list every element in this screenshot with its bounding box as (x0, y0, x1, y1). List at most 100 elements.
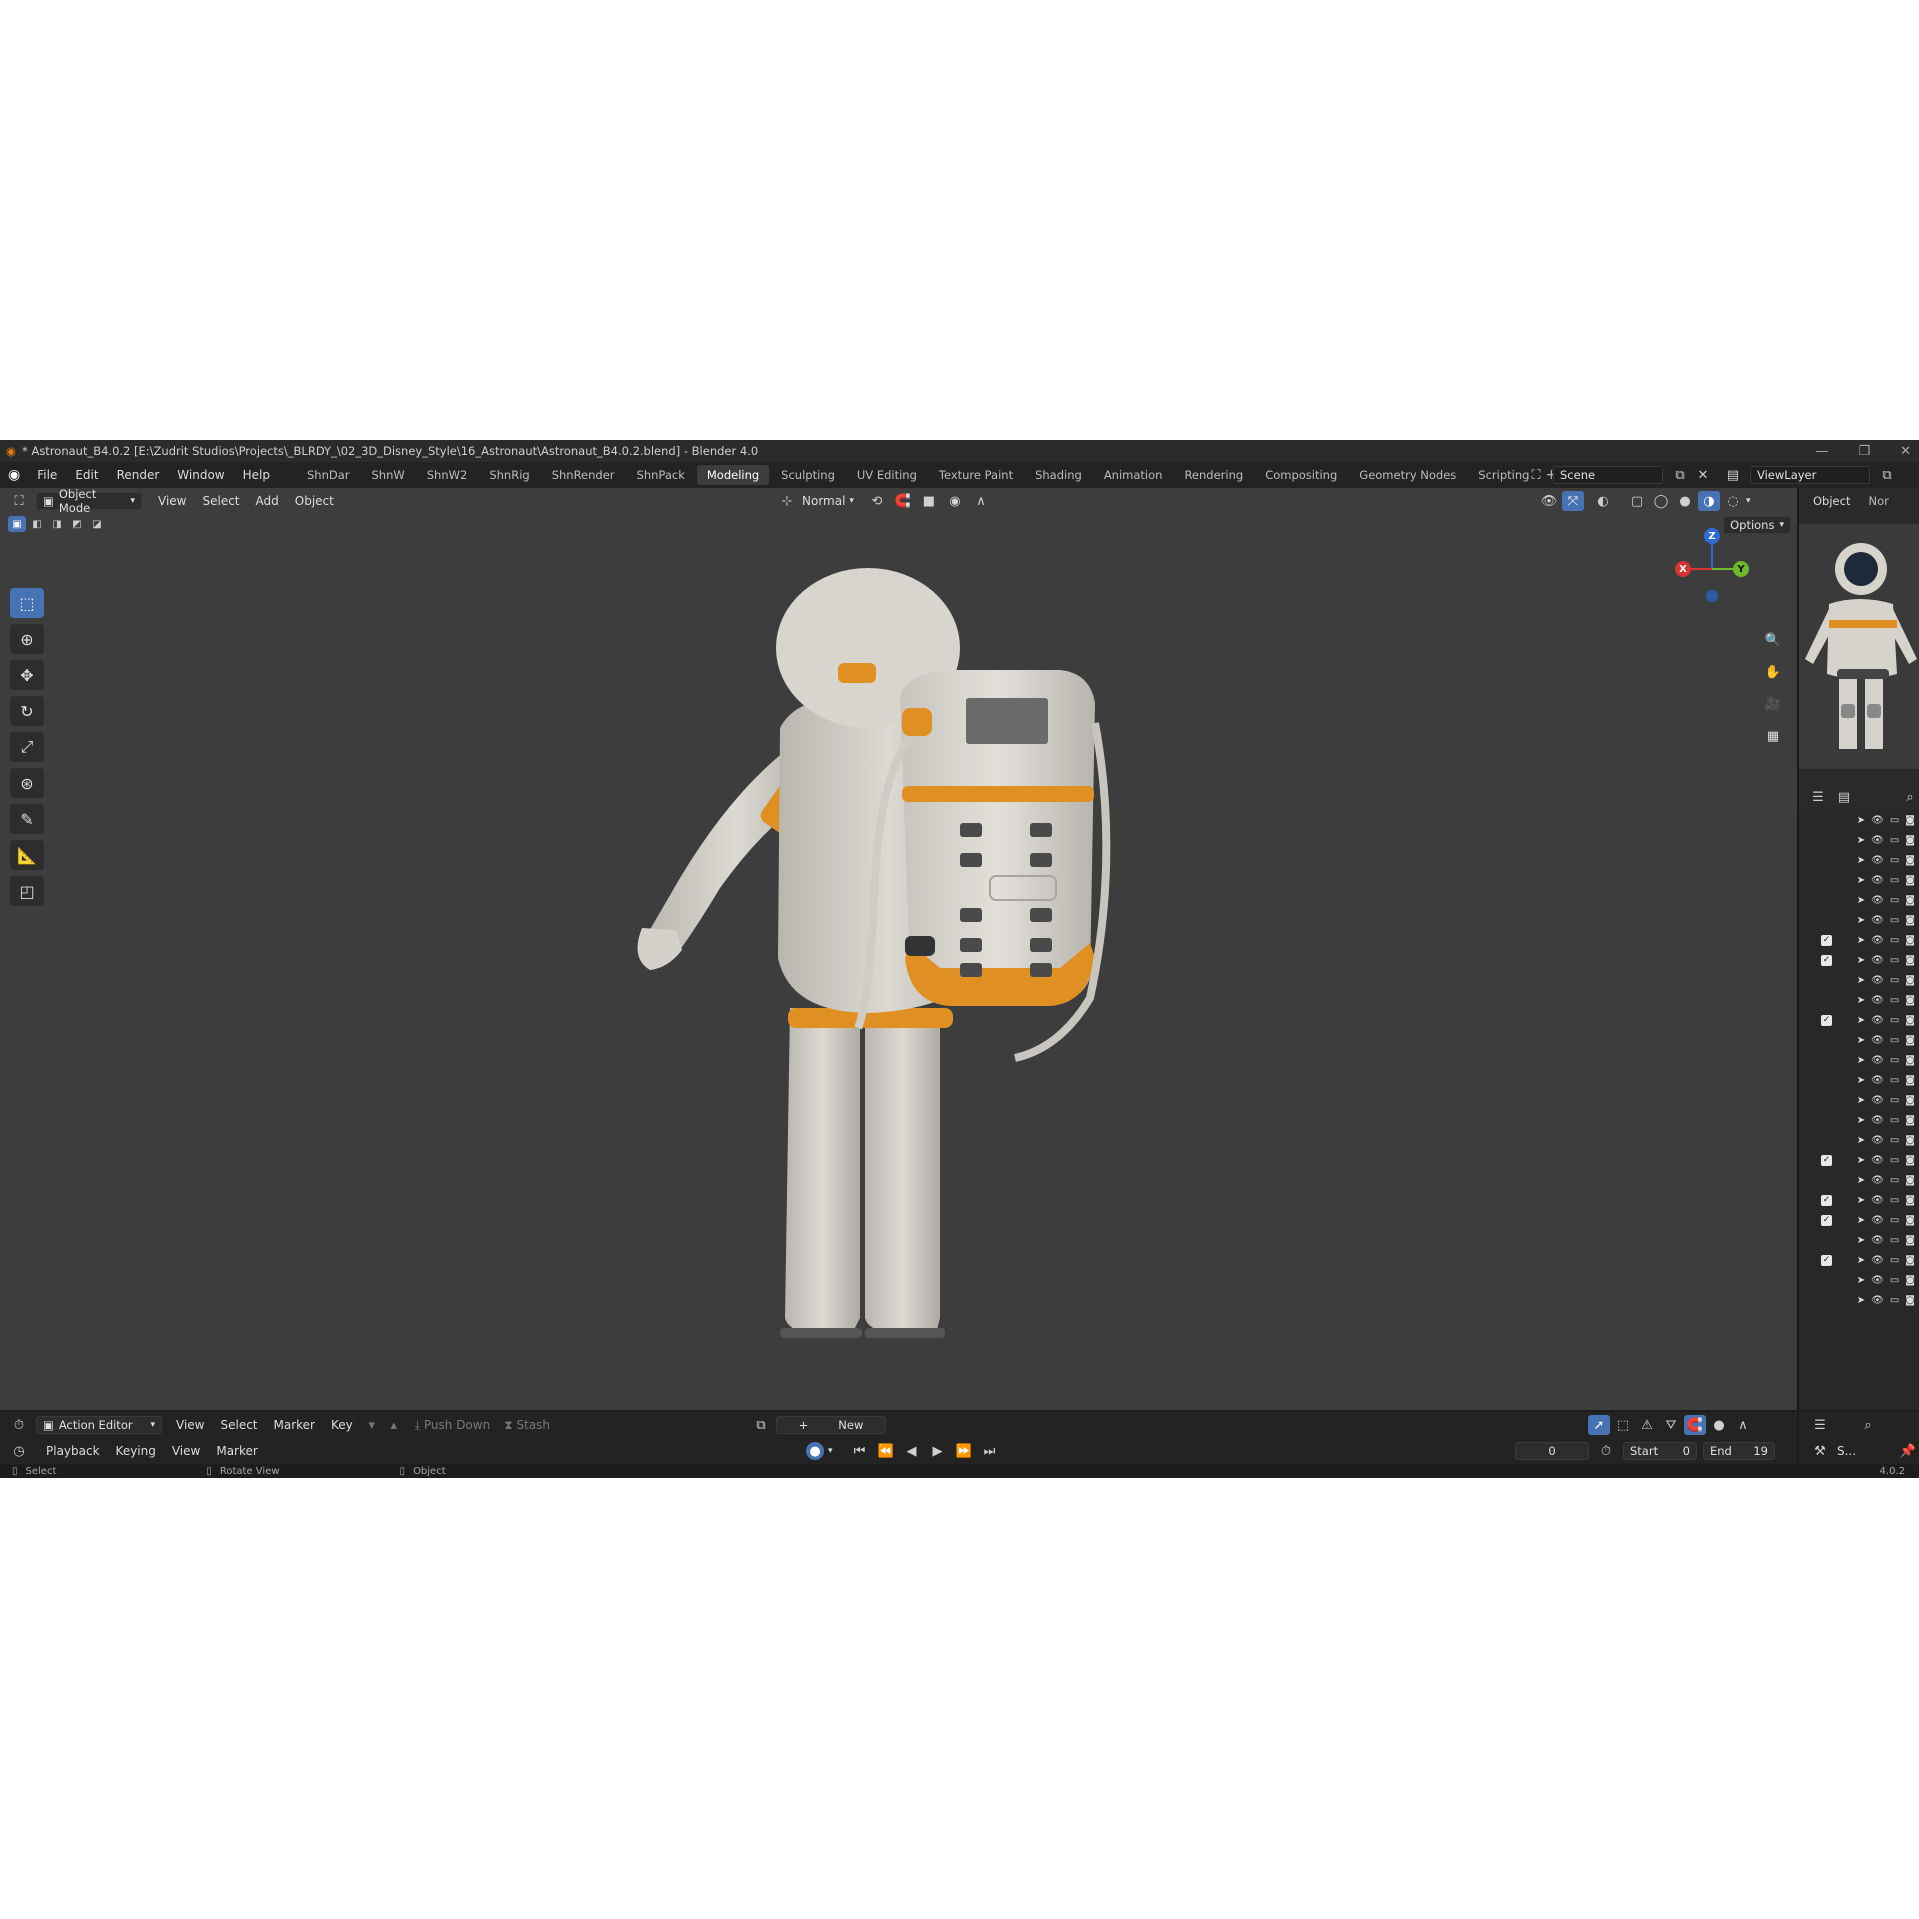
eye-icon[interactable]: 👁 (1871, 875, 1884, 886)
solid-shading-icon[interactable]: ● (1674, 491, 1696, 511)
select-box-tool-icon[interactable]: ⬚ (10, 588, 44, 618)
monitor-icon[interactable]: ▭ (1890, 1075, 1899, 1086)
menu-window[interactable]: Window (168, 468, 233, 482)
new-viewlayer-icon[interactable]: ⧉ (1876, 465, 1898, 485)
select-arrow-icon[interactable]: ➤ (1857, 935, 1865, 946)
viewport-menu-select[interactable]: Select (194, 492, 247, 510)
viewlayer-icon[interactable]: ▤ (1722, 465, 1744, 485)
monitor-icon[interactable]: ▭ (1890, 995, 1899, 1006)
monitor-icon[interactable]: ▭ (1890, 1035, 1899, 1046)
eye-icon[interactable]: 👁 (1871, 955, 1884, 966)
annotate-tool-icon[interactable]: ✎ (10, 804, 44, 834)
eye-icon[interactable]: 👁 (1871, 1155, 1884, 1166)
camera-icon[interactable]: ◙ (1905, 875, 1915, 886)
move-tool-icon[interactable]: ✥ (10, 660, 44, 690)
outliner-row[interactable]: ➤ 👁 ▭ ◙ (1799, 870, 1919, 890)
monitor-icon[interactable]: ▭ (1890, 855, 1899, 866)
camera-icon[interactable]: ◙ (1905, 1295, 1915, 1306)
gizmo-x-axis[interactable]: X (1675, 561, 1691, 577)
exclude-checkbox[interactable]: ✓ (1821, 1254, 1832, 1266)
monitor-icon[interactable]: ▭ (1890, 1275, 1899, 1286)
tool-settings-icon[interactable]: ⚒ (1809, 1441, 1831, 1461)
tab-shnw2[interactable]: ShnW2 (417, 465, 478, 485)
exclude-checkbox[interactable]: ✓ (1821, 1154, 1832, 1166)
delete-scene-icon[interactable]: ✕ (1697, 465, 1709, 485)
eye-icon[interactable]: 👁 (1871, 1295, 1884, 1306)
select-arrow-icon[interactable]: ➤ (1857, 1075, 1865, 1086)
menu-render[interactable]: Render (108, 468, 169, 482)
display-mode-icon[interactable]: ▤ (1833, 787, 1855, 807)
timeline-menu-playback[interactable]: Playback (38, 1442, 108, 1460)
gizmo-z-axis[interactable]: Z (1704, 528, 1720, 544)
monitor-icon[interactable]: ▭ (1890, 895, 1899, 906)
action-down-icon[interactable]: ▴ (383, 1415, 405, 1435)
minimize-icon[interactable]: — (1815, 444, 1828, 459)
monitor-icon[interactable]: ▭ (1890, 815, 1899, 826)
eye-icon[interactable]: 👁 (1871, 1175, 1884, 1186)
snap-target-icon[interactable]: ■ (918, 491, 940, 511)
timeline-menu-keying[interactable]: Keying (108, 1442, 164, 1460)
end-frame-field[interactable]: End 19 (1703, 1442, 1775, 1460)
camera-icon[interactable]: ◙ (1905, 1135, 1915, 1146)
outliner-row[interactable]: ➤ 👁 ▭ ◙ (1799, 830, 1919, 850)
camera-icon[interactable]: ◙ (1905, 1055, 1915, 1066)
tab-rendering[interactable]: Rendering (1174, 465, 1253, 485)
camera-view-icon[interactable]: 🎥 (1761, 692, 1785, 716)
eye-icon[interactable]: 👁 (1871, 835, 1884, 846)
tab-modeling[interactable]: Modeling (696, 465, 770, 485)
outliner-row[interactable]: ➤ 👁 ▭ ◙ (1799, 1090, 1919, 1110)
rotate-tool-icon[interactable]: ↻ (10, 696, 44, 726)
camera-icon[interactable]: ◙ (1905, 815, 1915, 826)
outliner-row[interactable]: ➤ 👁 ▭ ◙ (1799, 910, 1919, 930)
exclude-checkbox[interactable]: ✓ (1821, 1014, 1832, 1026)
outliner-row[interactable]: ➤ 👁 ▭ ◙ (1799, 1290, 1919, 1310)
select-arrow-icon[interactable]: ➤ (1857, 1175, 1865, 1186)
xray-icon[interactable]: ▢ (1626, 491, 1648, 511)
zoom-icon[interactable]: 🔍 (1761, 628, 1785, 652)
eye-icon[interactable]: 👁 (1871, 935, 1884, 946)
viewport-menu-object[interactable]: Object (287, 492, 342, 510)
overlay-toggle-icon[interactable]: ◐ (1592, 491, 1614, 511)
select-arrow-icon[interactable]: ➤ (1857, 1235, 1865, 1246)
show-hidden-icon[interactable]: ⬚ (1612, 1415, 1634, 1435)
close-icon[interactable]: ✕ (1900, 444, 1911, 459)
tab-texture-paint[interactable]: Texture Paint (929, 465, 1023, 485)
monitor-icon[interactable]: ▭ (1890, 955, 1899, 966)
tab-shading[interactable]: Shading (1025, 465, 1092, 485)
action-menu-view[interactable]: View (168, 1416, 212, 1434)
select-arrow-icon[interactable]: ➤ (1857, 815, 1865, 826)
cursor-tool-icon[interactable]: ⊕ (10, 624, 44, 654)
preview-range-icon[interactable]: ⏱ (1595, 1441, 1617, 1461)
camera-icon[interactable]: ◙ (1905, 1015, 1915, 1026)
camera-icon[interactable]: ◙ (1905, 1195, 1915, 1206)
new-scene-icon[interactable]: ⧉ (1669, 465, 1691, 485)
scene-icon[interactable]: ⛶ (1525, 465, 1547, 485)
select-arrow-icon[interactable]: ➤ (1857, 1155, 1865, 1166)
start-frame-field[interactable]: Start 0 (1623, 1442, 1697, 1460)
snap-icon[interactable]: 🧲 (892, 491, 914, 511)
editor-mode-dropdown[interactable]: ▣ Action Editor ▾ (36, 1416, 162, 1434)
select-arrow-icon[interactable]: ➤ (1857, 915, 1865, 926)
outliner-row[interactable]: ✓ ➤ 👁 ▭ ◙ (1799, 1010, 1919, 1030)
outliner-row[interactable]: ➤ 👁 ▭ ◙ (1799, 1130, 1919, 1150)
monitor-icon[interactable]: ▭ (1890, 975, 1899, 986)
eye-icon[interactable]: 👁 (1871, 995, 1884, 1006)
select-arrow-icon[interactable]: ➤ (1857, 875, 1865, 886)
pan-hand-icon[interactable]: ✋ (1761, 660, 1785, 684)
wireframe-shading-icon[interactable]: ◯ (1650, 491, 1672, 511)
exclude-checkbox[interactable]: ✓ (1821, 1214, 1832, 1226)
browse-action-icon[interactable]: ⧉ (750, 1415, 772, 1435)
select-new-icon[interactable]: ▣ (8, 516, 26, 532)
jump-end-icon[interactable]: ⏭ (979, 1441, 1001, 1461)
monitor-icon[interactable]: ▭ (1890, 1295, 1899, 1306)
proportional-keys-icon[interactable]: ● (1708, 1415, 1730, 1435)
outliner-row[interactable]: ✓ ➤ 👁 ▭ ◙ (1799, 1210, 1919, 1230)
eye-icon[interactable]: 👁 (1871, 1035, 1884, 1046)
select-arrow-icon[interactable]: ➤ (1857, 1115, 1865, 1126)
outliner-row[interactable]: ✓ ➤ 👁 ▭ ◙ (1799, 1250, 1919, 1270)
menu-file[interactable]: File (28, 468, 66, 482)
play-reverse-icon[interactable]: ◀ (901, 1441, 923, 1461)
monitor-icon[interactable]: ▭ (1890, 875, 1899, 886)
outliner-row[interactable]: ✓ ➤ 👁 ▭ ◙ (1799, 1190, 1919, 1210)
monitor-icon[interactable]: ▭ (1890, 1215, 1899, 1226)
